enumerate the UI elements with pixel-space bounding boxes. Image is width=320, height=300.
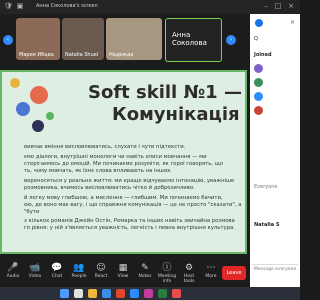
active-speaker-name: Анна Соколова <box>172 31 207 47</box>
app-icon[interactable] <box>172 289 181 298</box>
chevron-right-icon[interactable]: › <box>226 35 236 45</box>
chat-recipient[interactable]: Everyone <box>254 184 278 190</box>
react-button[interactable]: ☺ React <box>90 262 112 286</box>
slide-paragraph: вивчає вміння висловлюватись, слухати і … <box>24 144 186 150</box>
react-icon: ☺ <box>96 263 106 273</box>
person-figure <box>32 120 44 132</box>
leave-button[interactable]: Leave <box>222 266 246 280</box>
participant-tile[interactable]: Надежда <box>106 18 162 60</box>
close-icon[interactable]: × <box>287 2 295 10</box>
shield-icon[interactable]: 🛡 <box>4 2 13 10</box>
people-icon: 👥 <box>73 263 85 273</box>
video-button[interactable]: 📹 Video <box>24 262 46 286</box>
decor-shape <box>46 112 54 120</box>
participant-name: Надежда <box>109 52 134 58</box>
avatar <box>254 92 263 101</box>
decor-shape <box>30 86 48 104</box>
meeting-toolbar: 🎤 Audio 📹 Video 💬 Chat 👥 People ☺ React ▦ View… <box>0 262 250 286</box>
side-panel-header: × <box>252 18 298 28</box>
meeting-info-button[interactable]: ⓘ Meeting info <box>156 262 178 286</box>
active-speaker-tile[interactable]: Анна Соколова <box>165 18 222 62</box>
maximize-icon[interactable]: □ <box>274 2 282 10</box>
side-panel: × Q Joined Everyone Natalia S Message ev… <box>250 14 300 287</box>
slide-paragraph: го рівня: у ній з'являється уважність, л… <box>24 225 235 231</box>
more-button[interactable]: ⋯ More <box>200 262 222 286</box>
zoom-icon[interactable] <box>130 289 139 298</box>
meeting-main: ‹ Мария Ибада Natalia Shuel Надежда Анна… <box>0 14 250 274</box>
decor-shape <box>10 78 20 88</box>
avatar <box>255 19 263 27</box>
slide-paragraph: ою, де воно має вагу, і що справжня кому… <box>24 202 242 216</box>
minimize-icon[interactable]: – <box>262 2 270 10</box>
start-icon[interactable] <box>60 289 69 298</box>
participant-name: Natalia Shuel <box>65 52 99 58</box>
chrome-icon[interactable] <box>116 289 125 298</box>
meeting-info-icon: ⓘ <box>162 263 172 273</box>
os-taskbar <box>0 287 300 300</box>
shared-screen-slide: Soft skill №1 — Комунікація вивчає вмінн… <box>0 70 247 254</box>
notes-button[interactable]: ✎ Notes <box>134 262 156 286</box>
more-icon: ⋯ <box>206 263 216 273</box>
avatar <box>254 106 263 115</box>
app-icon[interactable] <box>144 289 153 298</box>
participant-tile[interactable]: Natalia Shuel <box>62 18 104 60</box>
chat-button[interactable]: 💬 Chat <box>46 262 68 286</box>
participant-strip: ‹ Мария Ибада Natalia Shuel Надежда Анна… <box>0 18 250 64</box>
notes-icon: ✎ <box>141 263 149 273</box>
chat-sender: Natalia S <box>254 222 280 228</box>
participant-name: Мария Ибада <box>19 52 54 58</box>
host-tools-button[interactable]: ⚙ Host tools <box>178 262 200 286</box>
video-icon: 📹 <box>29 263 41 273</box>
view-icon[interactable]: ▣ <box>16 2 24 10</box>
people-button[interactable]: 👥 People <box>68 262 90 286</box>
files-icon[interactable] <box>88 289 97 298</box>
chevron-left-icon[interactable]: ‹ <box>3 35 13 45</box>
joined-label: Joined <box>254 52 272 58</box>
search-field[interactable]: Q <box>254 36 258 42</box>
chat-icon: 💬 <box>51 263 63 273</box>
browser-icon[interactable] <box>102 289 111 298</box>
slide-paragraph: ть, чому мовчать, як їхнє слова впливают… <box>24 168 172 174</box>
view-button[interactable]: ▦ View <box>112 262 134 286</box>
host-tools-icon: ⚙ <box>184 263 194 273</box>
mic-icon: 🎤 <box>7 263 19 273</box>
avatar <box>254 78 263 87</box>
window-titlebar: 🛡 ▣ Анна Соколова's screen – □ × <box>0 0 300 14</box>
decor-shape <box>16 102 30 116</box>
slide-title: Комунікація <box>112 104 240 125</box>
slide-paragraph: розмовника, вчимось висловлюватись чітко… <box>24 185 195 191</box>
avatar <box>254 64 263 73</box>
app-icon[interactable] <box>158 289 167 298</box>
chat-placeholder: Message everyone <box>254 267 297 272</box>
slide-title: Soft skill №1 — <box>88 82 242 103</box>
chat-input[interactable]: Message everyone <box>252 264 298 279</box>
audio-button[interactable]: 🎤 Audio <box>2 262 24 286</box>
close-icon[interactable]: × <box>290 19 295 26</box>
window-title: Анна Соколова's screen <box>36 3 98 9</box>
view-icon: ▦ <box>118 263 128 273</box>
participant-tile[interactable]: Мария Ибада <box>16 18 60 60</box>
search-icon[interactable] <box>74 289 83 298</box>
